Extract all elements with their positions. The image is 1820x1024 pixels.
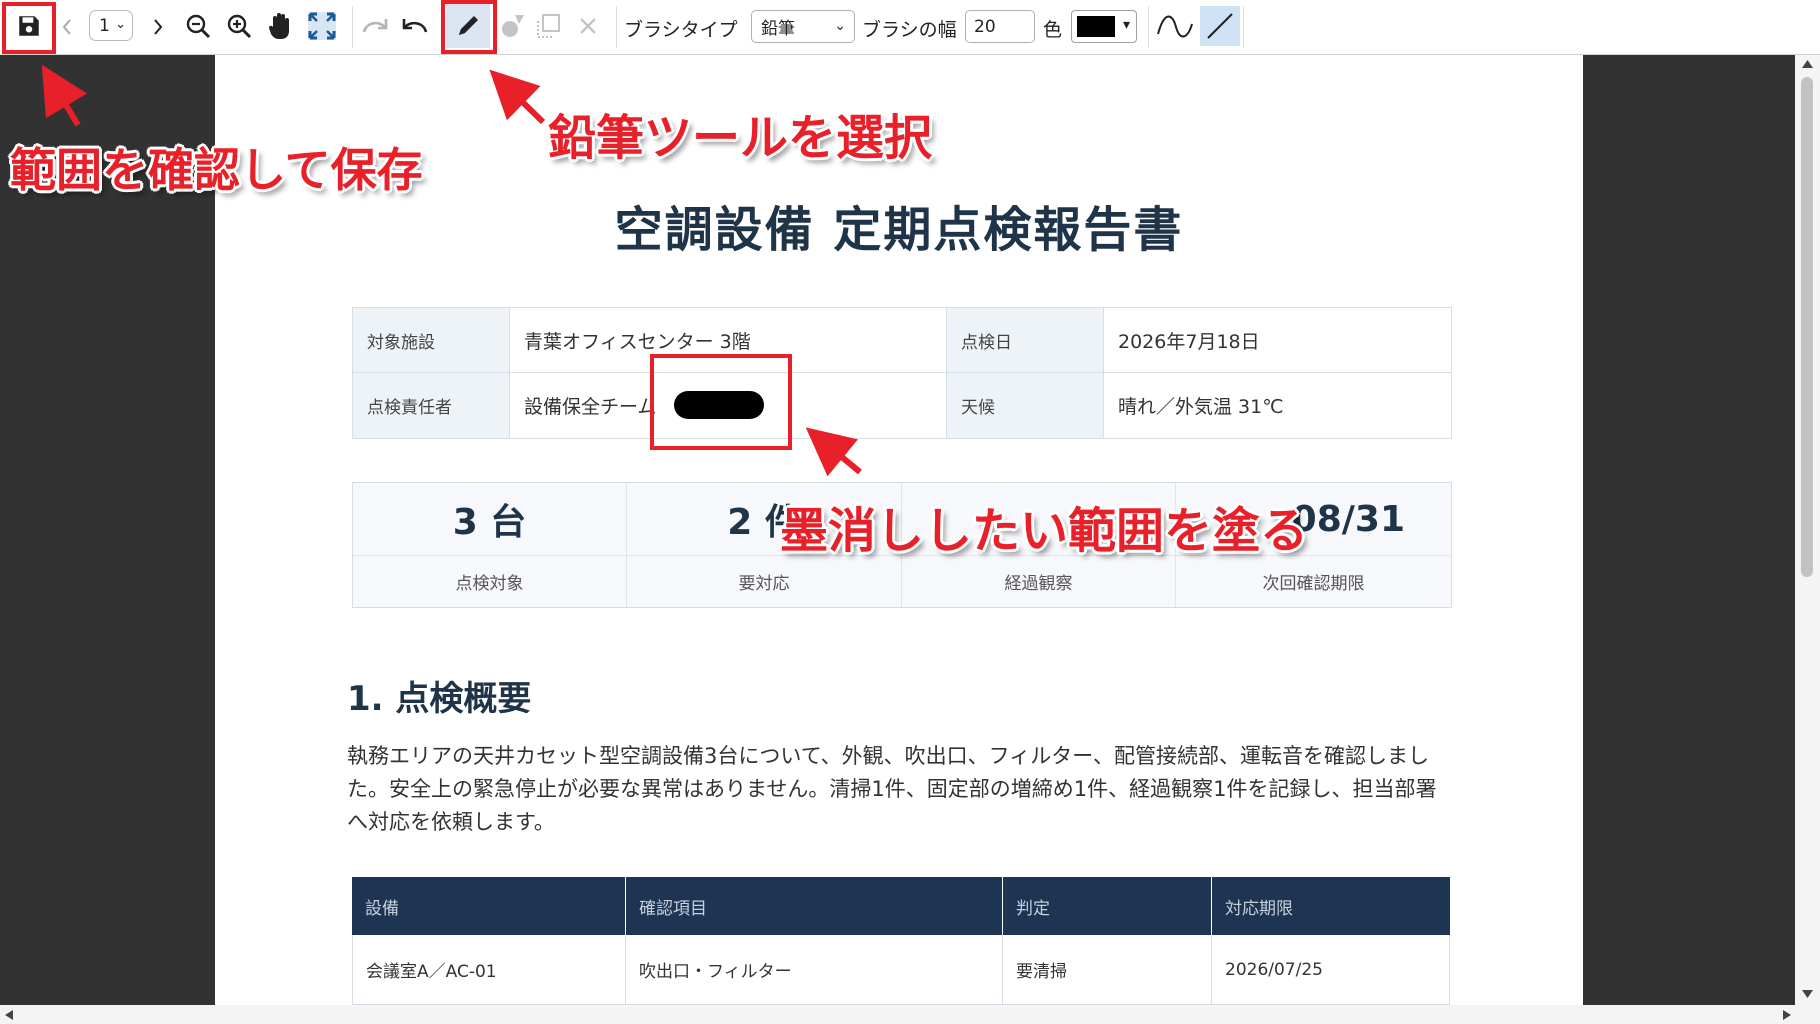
pencil-highlight-box [441,0,497,54]
stat-value: 3 台 [353,483,627,555]
date-label: 点検日 [947,308,1104,373]
toolbar-divider [1148,6,1149,48]
chevron-down-icon: ⌄ [834,18,846,34]
zoom-in-icon [227,14,252,39]
scrollbar-thumb[interactable] [1801,77,1813,577]
expand-icon [308,12,336,40]
select-tool-button[interactable] [533,10,565,42]
color-picker[interactable]: ▾ [1071,10,1137,43]
zoom-out-icon [186,14,211,39]
pan-tool-button[interactable] [264,8,298,44]
save-callout: 範囲を確認して保存 [10,143,423,197]
redaction-highlight-box [650,354,792,450]
straight-line-button[interactable] [1200,6,1240,46]
chevron-right-icon [154,19,163,35]
undo-button[interactable] [398,11,432,41]
table-cell: 会議室A／AC-01 [352,935,626,1005]
shape-tool-button[interactable] [497,10,529,42]
info-table: 対象施設 青葉オフィスセンター 3階 点検日 2026年7月18日 点検責任者 … [352,307,1452,439]
scroll-up-icon[interactable] [1801,59,1814,69]
paint-callout: 墨消ししたい範囲を塗る [780,503,1309,559]
section-heading: 1. 点検概要 [347,679,532,719]
brush-type-label: ブラシタイプ [624,19,738,41]
weather-label: 天候 [947,373,1104,438]
date-value: 2026年7月18日 [1104,308,1451,373]
table-header-cell: 確認項目 [626,877,1003,935]
stat-label: 点検対象 [353,555,627,607]
brush-width-value: 20 [974,16,996,37]
toolbar-divider [616,6,617,48]
shapes-icon [502,15,524,37]
stat-label: 経過観察 [902,555,1176,607]
fit-page-button[interactable] [305,9,339,43]
select-area-icon [537,14,560,38]
table-header-cell: 対応期限 [1212,877,1450,935]
page-select[interactable]: 1 ⌄ [89,10,133,41]
table-cell: 吹出口・フィルター [626,935,1003,1005]
zoom-in-button[interactable] [223,10,255,42]
stat-label: 次回確認期限 [1176,555,1451,607]
delete-button[interactable] [572,10,604,42]
line-icon [1207,13,1233,39]
scroll-right-icon[interactable] [1782,1009,1792,1021]
vertical-scrollbar[interactable] [1795,55,1820,1005]
horizontal-scrollbar[interactable] [0,1005,1820,1024]
toolbar-divider [352,6,353,48]
undo-icon [402,19,428,33]
redo-icon [362,19,388,33]
prev-page-button[interactable] [56,12,78,42]
brush-type-value: 鉛筆 [761,19,795,39]
toolbar-divider [1243,6,1244,48]
color-label: 色 [1043,19,1063,41]
section-paragraph: 執務エリアの天井カセット型空調設備3台について、外観、吹出口、フィルター、配管接… [347,744,1437,834]
freehand-line-button[interactable] [1154,8,1196,46]
zoom-out-button[interactable] [182,10,214,42]
brush-type-select[interactable]: 鉛筆 ⌄ [751,10,855,43]
table-header-cell: 判定 [1003,877,1212,935]
brush-width-label: ブラシの幅 [862,19,957,41]
document-title: 空調設備 定期点検報告書 [614,202,1184,258]
save-highlight-box [2,2,56,54]
table-cell: 要清掃 [1003,935,1212,1005]
table-cell: 2026/07/25 [1212,935,1450,1005]
chevron-left-icon [62,19,71,35]
color-swatch [1077,16,1115,37]
wave-icon [1157,15,1193,38]
scroll-down-icon[interactable] [1801,989,1814,999]
scroll-left-icon[interactable] [4,1009,14,1021]
facility-label: 対象施設 [353,308,510,373]
person-value: 設備保全チーム [524,396,657,418]
caret-down-icon: ▾ [1122,17,1130,33]
page-select-value: 1 [99,15,110,36]
pencil-callout: 鉛筆ツールを選択 [548,110,933,166]
close-icon [580,18,596,34]
brush-width-input[interactable]: 20 [965,10,1035,43]
toolbar: 1 ⌄ ブラシタイプ 鉛筆 ⌄ ブラシの幅 20 色 ▾ [0,0,1820,55]
viewer-background-right [1583,55,1795,1005]
redo-button[interactable] [358,11,392,41]
hand-icon [268,13,289,39]
table-header-cell: 設備 [352,877,626,935]
stat-label: 要対応 [627,555,902,607]
chevron-down-icon: ⌄ [115,17,126,32]
weather-value: 晴れ／外気温 31℃ [1118,396,1284,418]
person-label: 点検責任者 [353,373,510,438]
next-page-button[interactable] [147,12,169,42]
